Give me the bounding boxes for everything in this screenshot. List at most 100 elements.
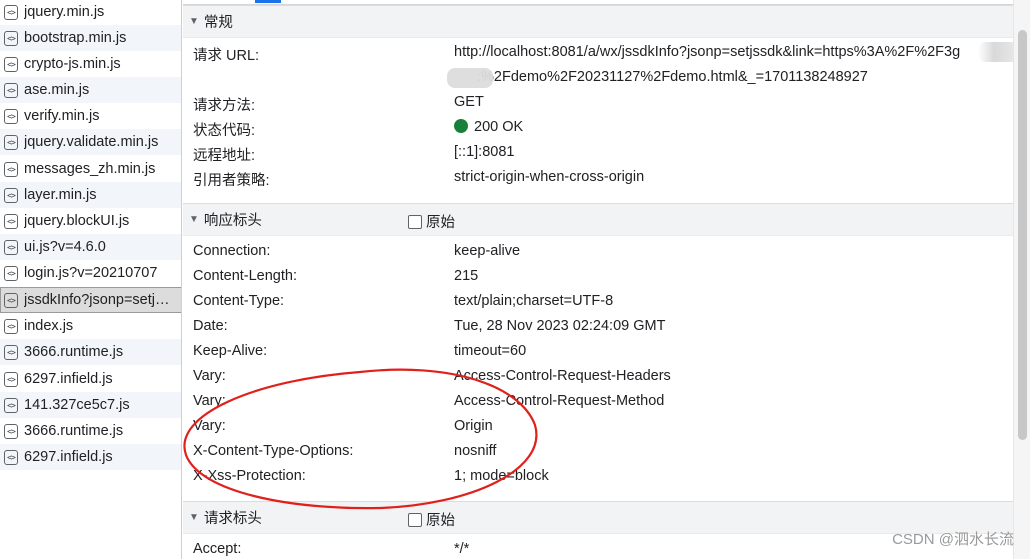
file-item-selected[interactable]: <> jssdkInfo?jsonp=setj…: [0, 287, 181, 313]
collapse-triangle-icon[interactable]: ▼: [189, 16, 199, 27]
script-file-icon: <>: [4, 318, 18, 334]
file-item[interactable]: <> ui.js?v=4.6.0: [0, 234, 181, 260]
response-header-row: Keep-Alive: timeout=60: [193, 341, 1013, 366]
header-value: text/plain;charset=UTF-8: [454, 293, 614, 309]
watermark: CSDN @泗水长流: [892, 531, 1014, 548]
redaction-blur: [447, 68, 493, 88]
header-value: keep-alive: [454, 243, 521, 259]
header-key: 请求方法:: [193, 98, 256, 114]
file-item[interactable]: <> 3666.runtime.js: [0, 418, 181, 444]
scrollbar-thumb[interactable]: [1018, 30, 1027, 440]
redaction-blur: [978, 42, 1013, 62]
header-key: X-Xss-Protection:: [193, 468, 306, 484]
file-name: verify.min.js: [24, 108, 100, 124]
request-header-row: Accept: */*: [193, 539, 1013, 559]
collapse-triangle-icon[interactable]: ▼: [189, 214, 199, 225]
file-item[interactable]: <> jquery.blockUI.js: [0, 208, 181, 234]
header-key: Accept:: [193, 541, 242, 557]
file-name: bootstrap.min.js: [24, 30, 127, 46]
headers-panel: ▼ 常规 请求 URL: http://localhost:8081/a/wx/…: [183, 0, 1013, 559]
file-name: ase.min.js: [24, 82, 90, 98]
raw-checkbox[interactable]: [408, 512, 422, 527]
header-value: */*: [454, 541, 470, 557]
request-headers-section-header[interactable]: ▼ 请求标头 原始: [183, 501, 1013, 534]
status-text: 200 OK: [474, 119, 524, 135]
header-key: Connection:: [193, 243, 271, 259]
response-header-row: Vary: Access-Control-Request-Method: [193, 391, 1013, 416]
file-name: ui.js?v=4.6.0: [24, 239, 106, 255]
file-item[interactable]: <> messages_zh.min.js: [0, 156, 181, 182]
header-key: X-Content-Type-Options:: [193, 443, 354, 459]
script-file-icon: <>: [4, 239, 18, 255]
file-item[interactable]: <> crypto-js.min.js: [0, 51, 181, 77]
header-key: Vary:: [193, 368, 226, 384]
header-key: Date:: [193, 318, 228, 334]
file-item[interactable]: <> jquery.validate.min.js: [0, 129, 181, 155]
file-item[interactable]: <> login.js?v=20210707: [0, 260, 181, 286]
header-key: Content-Length:: [193, 268, 297, 284]
script-file-icon: <>: [4, 161, 18, 177]
file-item[interactable]: <> verify.min.js: [0, 103, 181, 129]
header-value: 1; mode=block: [454, 468, 549, 484]
script-file-icon: <>: [4, 134, 18, 150]
file-name: jssdkInfo?jsonp=setj…: [24, 292, 170, 308]
section-title: 响应标头: [203, 213, 262, 229]
section-title: 请求标头: [203, 511, 262, 527]
header-value: GET: [454, 94, 484, 110]
file-item[interactable]: <> 6297.infield.js: [0, 444, 181, 470]
file-name: 6297.infield.js: [24, 449, 113, 465]
file-name: jquery.min.js: [24, 4, 105, 20]
file-name: messages_zh.min.js: [24, 161, 156, 177]
header-value: timeout=60: [454, 343, 527, 359]
header-value: Origin: [454, 418, 493, 434]
header-value: [::1]:8081: [454, 144, 515, 160]
raw-toggle[interactable]: 原始: [408, 211, 455, 232]
script-file-icon: <>: [4, 56, 18, 72]
script-file-icon: <>: [4, 82, 18, 98]
file-item[interactable]: <> jquery.min.js: [0, 0, 181, 25]
script-file-icon: <>: [4, 449, 18, 465]
header-key: 请求 URL:: [193, 48, 260, 64]
script-file-icon: <>: [4, 371, 18, 387]
vertical-scrollbar[interactable]: [1013, 0, 1030, 559]
header-value: http://localhost:8081/a/wx/jssdkInfo?jso…: [454, 44, 961, 60]
header-value: Access-Control-Request-Headers: [454, 368, 671, 384]
script-file-icon: <>: [4, 344, 18, 360]
collapse-triangle-icon[interactable]: ▼: [189, 512, 199, 523]
header-key: Keep-Alive:: [193, 343, 268, 359]
active-tab-indicator: [255, 0, 281, 3]
file-item[interactable]: <> bootstrap.min.js: [0, 25, 181, 51]
response-header-row: Connection: keep-alive: [193, 241, 1013, 266]
file-name: index.js: [24, 318, 74, 334]
header-key: 引用者策略:: [193, 173, 270, 189]
header-value: Tue, 28 Nov 2023 02:24:09 GMT: [454, 318, 666, 334]
file-item[interactable]: <> 6297.infield.js: [0, 366, 181, 392]
general-row-referrer: 引用者策略: strict-origin-when-cross-origin: [193, 167, 1013, 192]
section-title: 常规: [203, 15, 233, 31]
header-key: Vary:: [193, 393, 226, 409]
file-item[interactable]: <> layer.min.js: [0, 182, 181, 208]
raw-label: 原始: [426, 513, 455, 529]
raw-toggle[interactable]: 原始: [408, 509, 455, 530]
header-key: 状态代码:: [193, 123, 256, 139]
header-value: :%2Fdemo%2F20231127%2Fdemo.html&_=170113…: [477, 69, 868, 85]
response-headers-section-header[interactable]: ▼ 响应标头 原始: [183, 203, 1013, 236]
general-row-status: 状态代码: 200 OK: [193, 117, 1013, 142]
file-item[interactable]: <> index.js: [0, 313, 181, 339]
script-file-icon: <>: [4, 187, 18, 203]
script-file-icon: <>: [4, 108, 18, 124]
response-header-row: Vary: Origin: [193, 416, 1013, 441]
file-item[interactable]: <> 3666.runtime.js: [0, 339, 181, 365]
script-file-icon: <>: [4, 265, 18, 281]
header-key: 远程地址:: [193, 148, 256, 164]
header-value: nosniff: [454, 443, 497, 459]
header-key: Content-Type:: [193, 293, 285, 309]
response-header-row: Content-Length: 215: [193, 266, 1013, 291]
raw-label: 原始: [426, 215, 455, 231]
file-item[interactable]: <> ase.min.js: [0, 77, 181, 103]
response-header-row: X-Xss-Protection: 1; mode=block: [193, 466, 1013, 491]
file-item[interactable]: <> 141.327ce5c7.js: [0, 392, 181, 418]
response-header-row: Date: Tue, 28 Nov 2023 02:24:09 GMT: [193, 316, 1013, 341]
raw-checkbox[interactable]: [408, 214, 422, 229]
general-section-header[interactable]: ▼ 常规: [183, 5, 1013, 38]
